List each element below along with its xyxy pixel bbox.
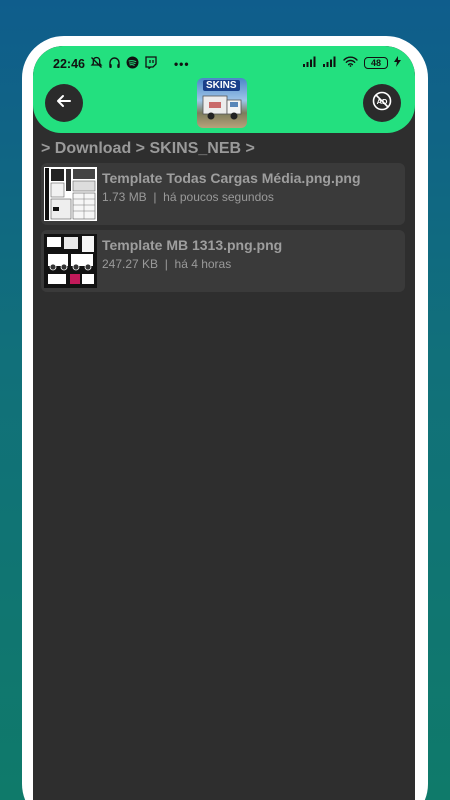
app-screen: 22:46 ••• 48 SKINS > Download > SKINS_NE…	[33, 46, 415, 800]
signal-icon	[303, 56, 317, 70]
status-time: 22:46	[53, 57, 85, 71]
file-meta: 1.73 MB | há poucos segundos	[102, 190, 274, 204]
wifi-icon	[343, 56, 358, 70]
file-size: 247.27 KB	[102, 257, 159, 271]
spotify-icon	[126, 56, 139, 72]
file-time: há 4 horas	[174, 257, 232, 271]
file-meta: 247.27 KB | há 4 horas	[102, 257, 231, 271]
file-size: 1.73 MB	[102, 190, 147, 204]
file-thumbnail	[44, 167, 97, 221]
signal-icon	[323, 56, 337, 70]
twitch-icon	[144, 56, 157, 72]
app-logo: SKINS	[197, 78, 247, 128]
breadcrumb[interactable]: > Download > SKINS_NEB >	[41, 140, 255, 158]
meta-separator: |	[153, 190, 157, 204]
charging-icon	[394, 56, 401, 70]
file-thumbnail	[44, 234, 97, 288]
notifications-off-icon	[90, 56, 103, 72]
meta-separator: |	[164, 257, 168, 271]
list-item[interactable]: Template MB 1313.png.png 247.27 KB | há …	[41, 230, 405, 292]
file-list: Template Todas Cargas Média.png.png 1.73…	[41, 163, 405, 297]
file-name: Template Todas Cargas Média.png.png	[102, 170, 361, 186]
headphones-icon	[108, 56, 121, 72]
status-bar: 22:46 ••• 48	[33, 52, 415, 74]
file-time: há poucos segundos	[163, 190, 274, 204]
app-header: 22:46 ••• 48 SKINS	[33, 46, 415, 133]
back-button[interactable]	[45, 84, 83, 122]
file-name: Template MB 1313.png.png	[102, 237, 283, 253]
more-notifications-icon: •••	[173, 57, 190, 71]
battery-indicator: 48	[364, 57, 388, 69]
remove-ads-button[interactable]: AD	[363, 84, 401, 122]
list-item[interactable]: Template Todas Cargas Média.png.png 1.73…	[41, 163, 405, 225]
arrow-left-icon	[55, 92, 73, 115]
no-ads-icon: AD	[371, 90, 393, 117]
